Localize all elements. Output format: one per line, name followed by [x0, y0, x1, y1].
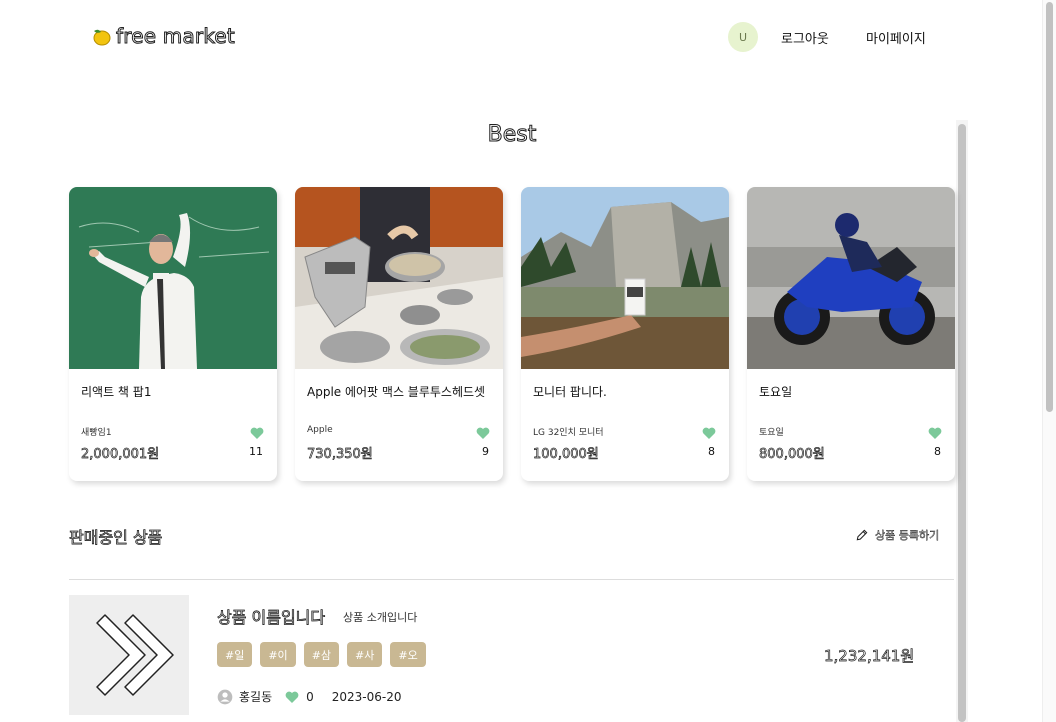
product-name: 토요일 — [759, 385, 793, 399]
seller-name: 홍길동 — [239, 690, 273, 704]
product-price: 100,000원 — [533, 447, 599, 463]
product-name: Apple 에어팟 맥스 블루투스헤드셋 — [307, 385, 486, 399]
content-scrollbar-thumb[interactable] — [958, 124, 966, 722]
product-image — [521, 187, 729, 369]
product-name: 리액트 책 팝1 — [81, 385, 152, 399]
product-price: 2,000,001원 — [81, 447, 160, 463]
heart-icon[interactable] — [284, 689, 300, 705]
product-thumbnail[interactable] — [69, 595, 189, 715]
logo[interactable]: free market — [90, 24, 236, 49]
selling-section-title: 판매중인 상품 — [69, 528, 163, 548]
tag-badge: #일 — [217, 642, 253, 667]
heart-icon[interactable] — [249, 425, 265, 441]
tag-badge: #사 — [347, 642, 383, 667]
product-image — [747, 187, 955, 369]
product-image — [295, 187, 503, 369]
user-avatar[interactable]: U — [728, 22, 758, 52]
product-name: 모니터 팝니다. — [533, 385, 607, 399]
product-seller: 새빵임1 — [81, 428, 112, 438]
section-divider — [69, 579, 954, 580]
heart-icon[interactable] — [475, 425, 491, 441]
header: free market U 로그아웃 마이페이지 — [0, 0, 1056, 72]
like-count: 0 — [306, 689, 314, 704]
register-product-button[interactable]: 상품 등록하기 — [855, 527, 939, 543]
product-price: 730,350원 — [307, 447, 373, 463]
best-product-card[interactable]: Apple 에어팟 맥스 블루투스헤드셋 Apple 730,350원 9 — [295, 187, 503, 481]
product-list-price: 1,232,141원 — [824, 647, 915, 666]
logo-text: free market — [116, 24, 236, 49]
best-product-card[interactable]: 모니터 팝니다. LG 32인치 모니터 100,000원 8 — [521, 187, 729, 481]
lemon-icon — [93, 29, 111, 46]
pencil-icon — [856, 529, 868, 541]
product-seller: 토요일 — [759, 428, 784, 438]
tag-badge: #삼 — [303, 642, 340, 667]
register-label: 상품 등록하기 — [875, 529, 940, 543]
product-price: 800,000원 — [759, 447, 825, 463]
user-avatar-icon — [217, 689, 233, 704]
product-seller: Apple — [307, 425, 333, 435]
double-chevron-right-icon — [96, 614, 174, 696]
logout-link[interactable]: 로그아웃 — [781, 28, 829, 47]
like-count: 8 — [934, 445, 941, 458]
product-list-description: 상품 소개입니다 — [343, 611, 418, 624]
mypage-link[interactable]: 마이페이지 — [866, 28, 926, 47]
product-tags: #일 #이 #삼 #사 #오 — [217, 642, 426, 667]
heart-icon[interactable] — [701, 425, 717, 441]
product-image — [69, 187, 277, 369]
best-product-card[interactable]: 리액트 책 팝1 새빵임1 2,000,001원 11 — [69, 187, 277, 481]
tag-badge: #이 — [260, 642, 296, 667]
product-list-name[interactable]: 상품 이름입니다 — [217, 604, 326, 628]
product-seller: LG 32인치 모니터 — [533, 428, 604, 438]
heart-icon[interactable] — [927, 425, 943, 441]
product-meta: 홍길동 0 2023-06-20 — [217, 688, 402, 705]
page-scrollbar-thumb[interactable] — [1046, 2, 1053, 412]
tag-badge: #오 — [390, 642, 426, 667]
best-product-card[interactable]: 토요일 토요일 800,000원 8 — [747, 187, 955, 481]
post-date: 2023-06-20 — [331, 689, 402, 704]
like-count: 9 — [482, 445, 489, 458]
best-section-title: Best — [487, 122, 537, 148]
like-count: 11 — [249, 445, 263, 458]
like-count: 8 — [708, 445, 715, 458]
